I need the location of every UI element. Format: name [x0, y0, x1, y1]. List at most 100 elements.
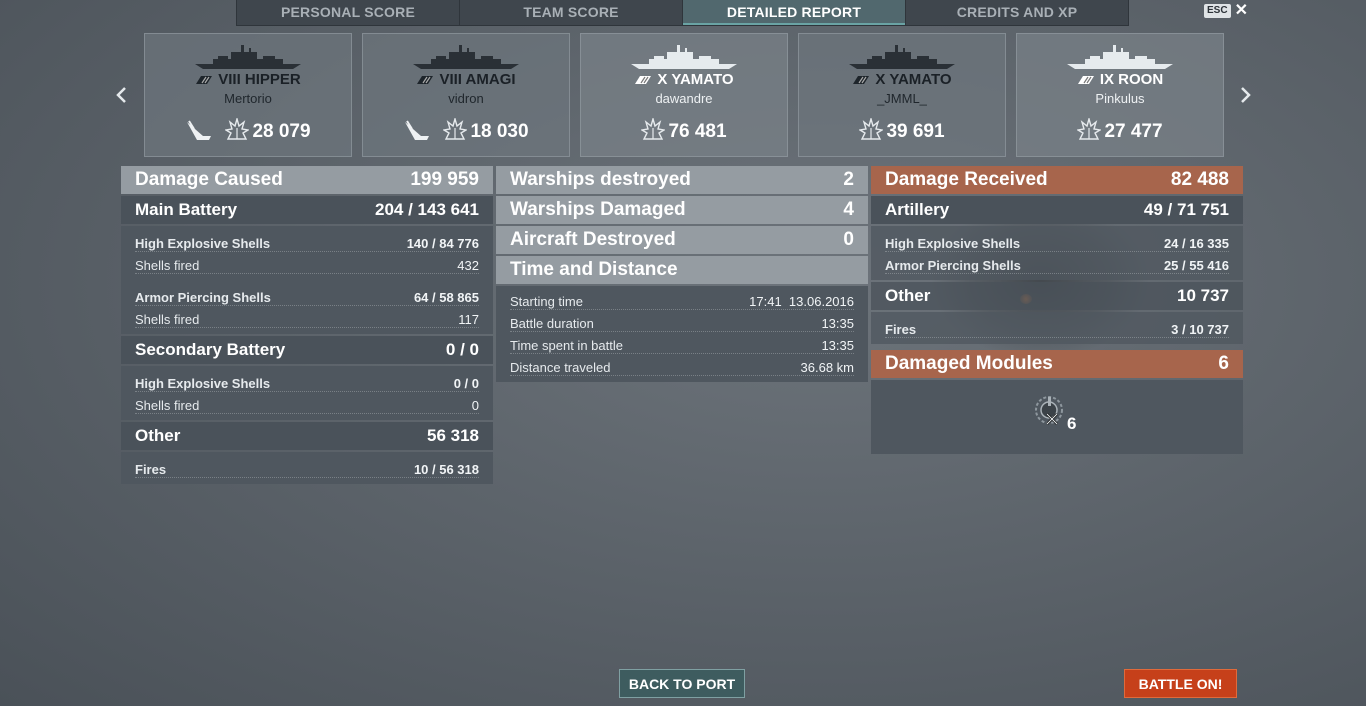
- tab-personal-score[interactable]: PERSONAL SCORE: [237, 0, 460, 25]
- other-caused-header: Other 56 318: [121, 422, 493, 450]
- torpedo-hit-icon: [403, 119, 431, 146]
- battle-duration-row: Battle duration 13:35: [510, 312, 854, 332]
- recv-he-value: 24 / 16 335: [1163, 236, 1229, 251]
- aircraft-destroyed-row: Aircraft Destroyed 0: [496, 226, 868, 254]
- ship-name: IX ROON: [1017, 71, 1223, 89]
- tab-bar: PERSONAL SCORE TEAM SCORE DETAILED REPOR…: [236, 0, 1129, 26]
- main-battery-details: High Explosive Shells 140 / 84 776 Shell…: [121, 226, 493, 334]
- ship-name-text: X YAMATO: [657, 71, 734, 88]
- battleship-class-icon: [634, 72, 652, 89]
- time-spent-row: Time spent in battle 13:35: [510, 334, 854, 354]
- player-name: _JMML_: [877, 91, 927, 106]
- damage-received-total: 82 488: [1170, 169, 1229, 190]
- damage-caused-total: 199 959: [410, 169, 479, 190]
- card-stats: 27 477: [1017, 116, 1223, 146]
- ship-card[interactable]: VIII HIPPER Mertorio 28 079: [144, 33, 352, 157]
- esc-close[interactable]: ESC ✕: [1204, 3, 1248, 19]
- mb-ap-fired-label: Shells fired: [135, 312, 200, 327]
- torpedo-hit-icon: [185, 119, 213, 146]
- player-name: vidron: [448, 91, 484, 106]
- fires-caused-row: Fires 10 / 56 318: [135, 458, 479, 478]
- warships-destroyed-row: Warships destroyed 2: [496, 166, 868, 194]
- damage-caused-header: Damage Caused 199 959: [121, 166, 493, 194]
- aircraft-destroyed-value: 0: [843, 229, 854, 250]
- other-received-header: Other 10 737: [871, 282, 1243, 310]
- mb-ap-row: Armor Piercing Shells 64 / 58 865: [135, 286, 479, 306]
- warships-destroyed-value: 2: [843, 169, 854, 190]
- mb-ap-fired-value: 117: [458, 312, 479, 327]
- damage-dealt: 27 477: [1076, 116, 1163, 146]
- damage-icon: [224, 116, 251, 146]
- main-battery-value: 204 / 143 641: [375, 200, 479, 219]
- warships-damaged-value: 4: [843, 199, 854, 220]
- sec-he-value: 0 / 0: [453, 376, 479, 391]
- damaged-modules-box: 6: [871, 380, 1243, 454]
- damage-dealt: 18 030: [442, 116, 529, 146]
- recv-he-row: High Explosive Shells 24 / 16 335: [885, 232, 1229, 252]
- damage-value: 76 481: [668, 121, 727, 142]
- fires-caused-value: 10 / 56 318: [413, 462, 479, 477]
- other-received-label: Other: [885, 286, 931, 305]
- recv-ap-row: Armor Piercing Shells 25 / 55 416: [885, 254, 1229, 274]
- artillery-header: Artillery 49 / 71 751: [871, 196, 1243, 224]
- recv-ap-value: 25 / 55 416: [1163, 258, 1229, 273]
- ship-name-text: IX ROON: [1099, 71, 1164, 88]
- turret-module-icon: [1035, 396, 1063, 425]
- mb-he-row: High Explosive Shells 140 / 84 776: [135, 232, 479, 252]
- sec-he-fired-value: 0: [471, 398, 479, 413]
- damaged-modules-header: Damaged Modules 6: [871, 350, 1243, 378]
- damage-value: 39 691: [886, 121, 945, 142]
- secondary-battery-label: Secondary Battery: [135, 340, 286, 359]
- ship-carousel: VIII HIPPER Mertorio 28 079 VIII AMAGI vidro…: [144, 33, 1224, 157]
- mb-he-fired-label: Shells fired: [135, 258, 200, 273]
- other-caused-value: 56 318: [427, 426, 479, 445]
- starting-time-label: Starting time: [510, 294, 583, 309]
- battleship-class-icon: [195, 72, 213, 89]
- damage-value: 28 079: [252, 121, 311, 142]
- card-stats: 39 691: [799, 116, 1005, 146]
- carousel-prev-button[interactable]: [113, 84, 129, 106]
- close-icon[interactable]: ✕: [1235, 3, 1248, 19]
- sec-he-fired-row: Shells fired 0: [135, 394, 479, 414]
- battle-on-button[interactable]: BATTLE ON!: [1124, 669, 1237, 698]
- damage-value: 27 477: [1104, 121, 1163, 142]
- sec-he-fired-label: Shells fired: [135, 398, 200, 413]
- ship-card[interactable]: VIII AMAGI vidron 18 030: [362, 33, 570, 157]
- damage-caused-panel: Damage Caused 199 959 Main Battery 204 /…: [121, 166, 493, 486]
- damaged-module-count: 6: [1067, 414, 1077, 433]
- recv-ap-label: Armor Piercing Shells: [885, 258, 1021, 273]
- ship-card[interactable]: X YAMATO _JMML_ 39 691: [798, 33, 1006, 157]
- secondary-battery-header: Secondary Battery 0 / 0: [121, 336, 493, 364]
- warships-damaged-row: Warships Damaged 4: [496, 196, 868, 224]
- tab-credits-xp[interactable]: CREDITS AND XP: [906, 0, 1128, 25]
- battleship-class-icon: [416, 72, 434, 89]
- player-name: Mertorio: [224, 91, 272, 106]
- tab-detailed-report[interactable]: DETAILED REPORT: [683, 0, 906, 25]
- mb-he-label: High Explosive Shells: [135, 236, 271, 251]
- main-battery-label: Main Battery: [135, 200, 238, 219]
- chevron-right-icon: [1241, 87, 1251, 103]
- mb-ap-value: 64 / 58 865: [413, 290, 479, 305]
- time-spent-label: Time spent in battle: [510, 338, 623, 353]
- card-stats: 76 481: [581, 116, 787, 146]
- mb-ap-fired-row: Shells fired 117: [135, 308, 479, 328]
- ship-name: VIII AMAGI: [363, 71, 569, 89]
- ship-card[interactable]: X YAMATO dawandre 76 481: [580, 33, 788, 157]
- carousel-next-button[interactable]: [1238, 84, 1254, 106]
- secondary-battery-value: 0 / 0: [445, 340, 479, 359]
- damaged-modules-label: Damaged Modules: [885, 353, 1053, 374]
- artillery-label: Artillery: [885, 200, 950, 219]
- sec-he-row: High Explosive Shells 0 / 0: [135, 372, 479, 392]
- distance-label: Distance traveled: [510, 360, 611, 375]
- damage-icon: [640, 116, 667, 146]
- back-to-port-button[interactable]: BACK TO PORT: [619, 669, 745, 698]
- esc-key-label: ESC: [1204, 4, 1231, 18]
- aircraft-destroyed-label: Aircraft Destroyed: [510, 229, 676, 250]
- mb-he-fired-row: Shells fired 432: [135, 254, 479, 274]
- time-distance-details: Starting time 17:41 13.06.2016 Battle du…: [496, 286, 868, 382]
- chevron-left-icon: [116, 87, 126, 103]
- tab-team-score[interactable]: TEAM SCORE: [460, 0, 683, 25]
- battle-duration-value: 13:35: [821, 316, 854, 331]
- ship-card[interactable]: IX ROON Pinkulus 27 477: [1016, 33, 1224, 157]
- artillery-value: 49 / 71 751: [1143, 200, 1229, 219]
